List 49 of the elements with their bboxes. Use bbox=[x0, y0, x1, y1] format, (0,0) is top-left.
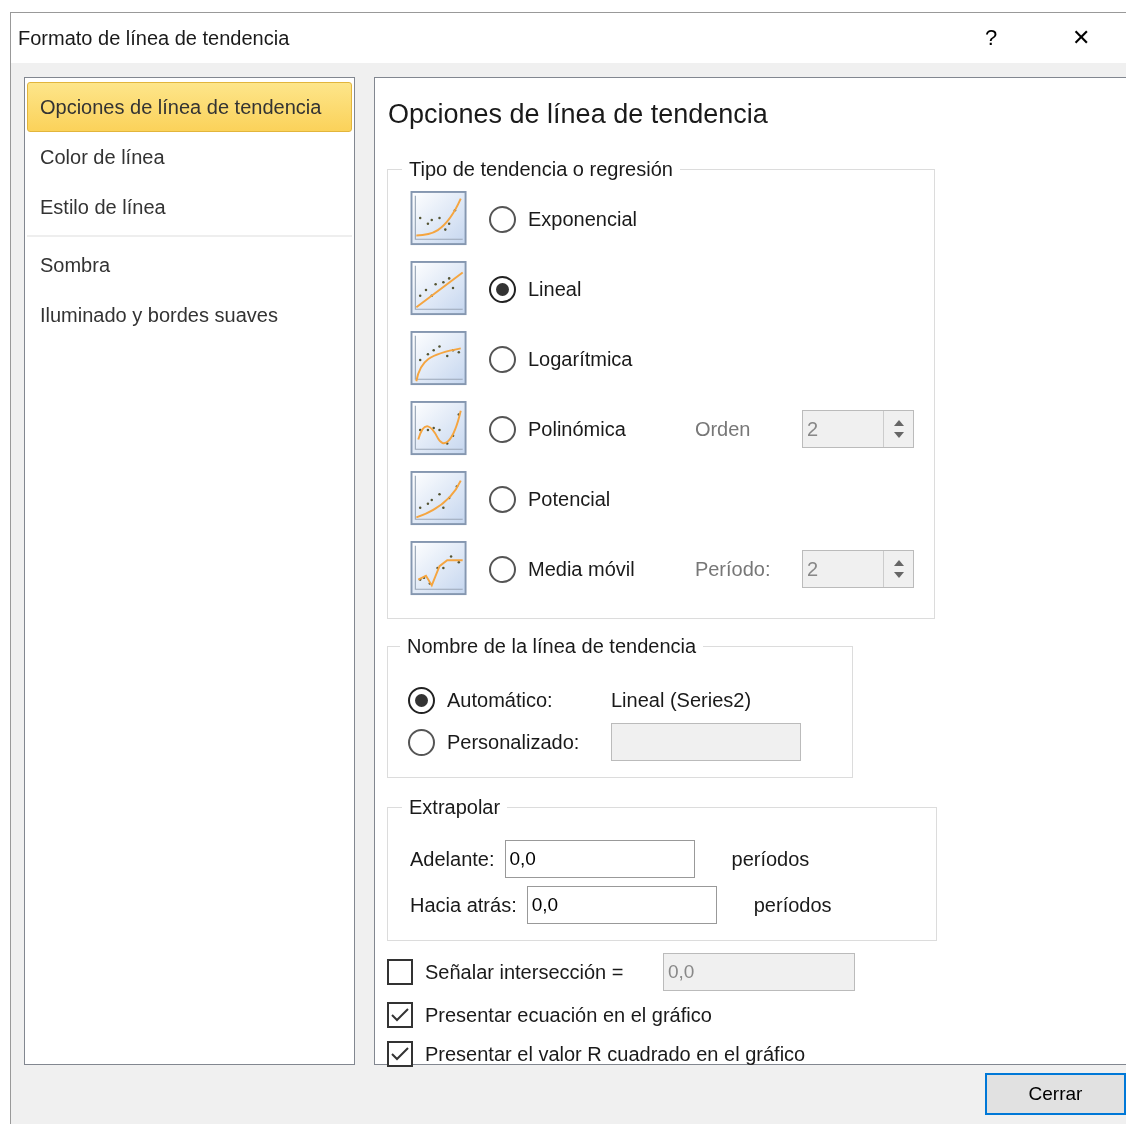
option-label: Potencial bbox=[528, 487, 612, 513]
radio-button[interactable] bbox=[489, 555, 516, 583]
close-dialog-button[interactable]: Cerrar bbox=[985, 1073, 1126, 1116]
checkmark-icon bbox=[391, 1046, 409, 1061]
option-label: Personalizado: bbox=[447, 730, 581, 756]
trend-chart-icon bbox=[410, 471, 469, 528]
checkbox-label: Presentar el valor R cuadrado en el gráfico bbox=[425, 1041, 806, 1067]
sidebar-item[interactable]: Sombra bbox=[27, 239, 352, 290]
checkmark-icon bbox=[391, 1007, 409, 1022]
sidebar-item[interactable]: Iluminado y bordes suaves bbox=[27, 289, 352, 340]
field-label: Hacia atrás: bbox=[410, 893, 517, 919]
param-label: Orden bbox=[694, 417, 752, 443]
option-label: Exponencial bbox=[528, 207, 638, 233]
close-button[interactable]: ✕ bbox=[1036, 20, 1126, 56]
option-label: Automático: bbox=[447, 688, 554, 714]
trend-chart-icon bbox=[410, 191, 469, 248]
checkbox-label: Presentar ecuación en el gráfico bbox=[425, 1002, 712, 1028]
radio-button[interactable] bbox=[489, 415, 516, 443]
number-field[interactable]: 0,0 bbox=[504, 840, 695, 879]
sidebar-item[interactable]: Opciones de línea de tendencia bbox=[27, 81, 352, 132]
checkbox[interactable] bbox=[387, 959, 413, 986]
radio-button[interactable] bbox=[489, 205, 516, 233]
radio-button[interactable] bbox=[489, 275, 516, 303]
checkbox[interactable] bbox=[387, 1001, 413, 1028]
unit-label: períodos bbox=[753, 893, 832, 919]
trend-chart-icon bbox=[410, 261, 469, 318]
radio-button[interactable] bbox=[408, 728, 435, 756]
number-field[interactable]: 0,0 bbox=[526, 886, 717, 925]
help-button[interactable]: ? bbox=[946, 20, 1036, 56]
checkbox[interactable] bbox=[387, 1040, 413, 1067]
name-value: Lineal (Series2) bbox=[611, 688, 752, 714]
radio-button[interactable] bbox=[408, 686, 435, 714]
trend-chart-icon bbox=[410, 401, 469, 458]
field-label: Adelante: bbox=[410, 847, 495, 873]
param-label: Período: bbox=[694, 557, 772, 583]
sidebar-item[interactable]: Estilo de línea bbox=[27, 181, 352, 232]
radio-button[interactable] bbox=[489, 345, 516, 373]
unit-label: períodos bbox=[731, 847, 810, 873]
sidebar-item[interactable]: Color de línea bbox=[27, 131, 352, 182]
radio-button[interactable] bbox=[489, 485, 516, 513]
trend-chart-icon bbox=[410, 331, 469, 388]
option-label: Polinómica bbox=[528, 417, 627, 443]
option-label: Lineal bbox=[528, 277, 583, 303]
trend-chart-icon bbox=[410, 541, 469, 598]
checkbox-label: Señalar intersección = bbox=[425, 960, 625, 986]
option-label: Logarítmica bbox=[528, 347, 634, 373]
option-label: Media móvil bbox=[528, 557, 636, 583]
window-title: Formato de línea de tendencia bbox=[18, 25, 291, 51]
panel-title: Opciones de línea de tendencia bbox=[388, 97, 769, 131]
